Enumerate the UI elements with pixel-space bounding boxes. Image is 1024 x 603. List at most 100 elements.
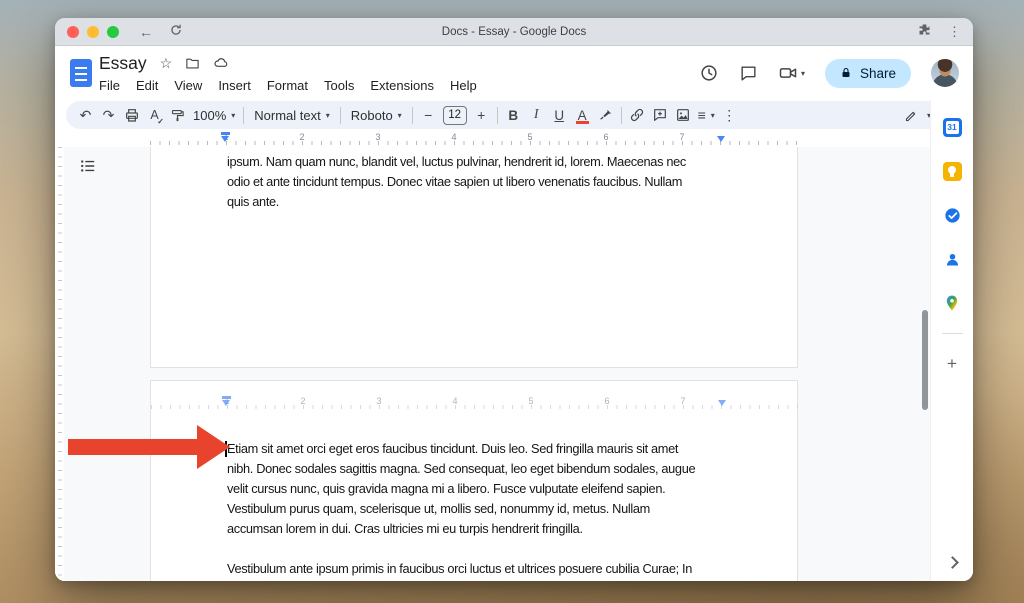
divider bbox=[340, 107, 341, 124]
video-camera-icon bbox=[778, 63, 798, 83]
rail-divider bbox=[942, 333, 963, 334]
insert-link-icon[interactable] bbox=[626, 103, 649, 127]
browser-reload-icon[interactable] bbox=[169, 23, 183, 40]
vertical-scrollbar[interactable] bbox=[922, 310, 928, 410]
move-folder-icon[interactable] bbox=[185, 56, 200, 71]
docs-header: Essay ☆ File Edit View Insert Format Too… bbox=[55, 46, 973, 100]
zoom-select[interactable]: 100%▾ bbox=[189, 103, 239, 127]
highlight-color-icon[interactable] bbox=[594, 103, 617, 127]
text-color-button[interactable]: A bbox=[571, 103, 594, 127]
text-line[interactable]: Vestibulum ante ipsum primis in faucibus… bbox=[227, 559, 737, 579]
page2-paragraph-2[interactable]: Vestibulum ante ipsum primis in faucibus… bbox=[227, 559, 737, 579]
toolbar: ↶ ↷ A✓ 100%▾ Normal text▾ Roboto▾ bbox=[66, 101, 962, 129]
menu-view[interactable]: View bbox=[166, 76, 210, 95]
browser-back-icon[interactable]: ← bbox=[139, 24, 153, 40]
underline-button[interactable]: U bbox=[548, 103, 571, 127]
text-line[interactable]: Etiam sit amet orci eget eros faucibus t… bbox=[227, 439, 737, 459]
divider bbox=[497, 107, 498, 124]
document-canvas[interactable]: ipsum. Nam quam nunc, blandit vel, luctu… bbox=[55, 147, 930, 581]
browser-chrome: ← Docs - Essay - Google Docs ⋮ bbox=[55, 18, 973, 46]
docs-app-icon[interactable] bbox=[70, 59, 92, 87]
text-line[interactable]: nibh. Donec sodales sagittis magna. Sed … bbox=[227, 459, 737, 479]
text-line[interactable]: accumsan lorem in dui. Cras ultricies mi… bbox=[227, 519, 737, 539]
text-line[interactable]: odio et ante tincidunt tempus. Donec vit… bbox=[227, 172, 737, 192]
divider bbox=[621, 107, 622, 124]
undo-icon[interactable]: ↶ bbox=[74, 103, 97, 127]
show-side-panel-icon[interactable] bbox=[942, 552, 962, 572]
version-history-icon[interactable] bbox=[699, 63, 719, 83]
right-indent-marker[interactable] bbox=[717, 136, 725, 142]
meet-call-select[interactable]: ▾ bbox=[778, 63, 805, 83]
bold-button[interactable]: B bbox=[502, 103, 525, 127]
add-comment-icon[interactable] bbox=[649, 103, 672, 127]
ruler-ticks bbox=[150, 141, 798, 145]
share-button[interactable]: Share bbox=[825, 59, 911, 88]
italic-button[interactable]: I bbox=[525, 103, 548, 127]
document-outline-icon[interactable] bbox=[79, 157, 97, 175]
divider bbox=[412, 107, 413, 124]
cloud-saved-icon[interactable] bbox=[213, 55, 229, 71]
menubar: File Edit View Insert Format Tools Exten… bbox=[91, 76, 485, 95]
ruler-number: 5 bbox=[527, 132, 532, 142]
paragraph-style-select[interactable]: Normal text▾ bbox=[248, 103, 335, 127]
page-1[interactable]: ipsum. Nam quam nunc, blandit vel, luctu… bbox=[150, 147, 798, 368]
page2-paragraph-1[interactable]: Etiam sit amet orci eget eros faucibus t… bbox=[227, 439, 737, 539]
menu-file[interactable]: File bbox=[91, 76, 128, 95]
left-indent-marker[interactable] bbox=[221, 136, 229, 142]
align-select[interactable]: ≡▾ bbox=[695, 103, 718, 127]
toolbar-more-icon[interactable]: ⋮ bbox=[718, 103, 741, 127]
tasks-app-icon[interactable] bbox=[942, 205, 962, 225]
menu-insert[interactable]: Insert bbox=[210, 76, 259, 95]
paint-format-icon[interactable] bbox=[166, 103, 189, 127]
divider bbox=[243, 107, 244, 124]
annotation-arrow-head bbox=[197, 425, 230, 469]
ruler-number: 6 bbox=[603, 132, 608, 142]
vertical-ruler[interactable] bbox=[55, 147, 64, 581]
browser-tab-title: Docs - Essay - Google Docs bbox=[55, 26, 973, 38]
ruler-number: 3 bbox=[375, 132, 380, 142]
page1-text[interactable]: ipsum. Nam quam nunc, blandit vel, luctu… bbox=[227, 152, 737, 212]
extensions-puzzle-icon[interactable] bbox=[917, 22, 932, 42]
calendar-app-icon[interactable]: 31 bbox=[942, 117, 962, 137]
page-2[interactable]: 1 2 3 4 5 6 7 Etiam sit amet orci eget e… bbox=[150, 380, 798, 581]
browser-window: ← Docs - Essay - Google Docs ⋮ Essay ☆ bbox=[55, 18, 973, 581]
menu-help[interactable]: Help bbox=[442, 76, 485, 95]
text-line[interactable]: quis ante. bbox=[227, 192, 737, 212]
menu-edit[interactable]: Edit bbox=[128, 76, 166, 95]
font-size-decrease-button[interactable]: − bbox=[417, 103, 440, 127]
account-avatar[interactable] bbox=[931, 59, 959, 87]
spellcheck-icon[interactable]: A✓ bbox=[143, 103, 166, 127]
annotation-arrow bbox=[68, 439, 198, 455]
toolbar-row: ↶ ↷ A✓ 100%▾ Normal text▾ Roboto▾ bbox=[55, 100, 973, 131]
ruler-number: 4 bbox=[451, 132, 456, 142]
horizontal-ruler[interactable]: 1 2 3 4 5 6 7 bbox=[150, 131, 798, 147]
document-title[interactable]: Essay bbox=[99, 53, 147, 74]
browser-menu-icon[interactable]: ⋮ bbox=[948, 24, 961, 40]
star-icon[interactable]: ☆ bbox=[160, 55, 173, 72]
page2-faint-ruler: 1 2 3 4 5 6 7 bbox=[151, 395, 799, 411]
text-line[interactable]: ipsum. Nam quam nunc, blandit vel, luctu… bbox=[227, 152, 737, 172]
comments-icon[interactable] bbox=[739, 64, 758, 83]
contacts-app-icon[interactable] bbox=[942, 249, 962, 269]
menu-format[interactable]: Format bbox=[259, 76, 316, 95]
menu-extensions[interactable]: Extensions bbox=[362, 76, 442, 95]
editing-mode-select[interactable]: ▾ bbox=[904, 103, 931, 127]
maps-app-icon[interactable] bbox=[942, 293, 962, 313]
insert-image-icon[interactable] bbox=[672, 103, 695, 127]
text-line[interactable]: velit cursus nunc, quis gravida magna mi… bbox=[227, 479, 737, 499]
get-add-ons-button[interactable]: + bbox=[942, 354, 962, 374]
text-line[interactable]: Vestibulum purus quam, scelerisque ut, m… bbox=[227, 499, 737, 519]
font-size-increase-button[interactable]: + bbox=[470, 103, 493, 127]
print-icon[interactable] bbox=[120, 103, 143, 127]
redo-icon[interactable]: ↷ bbox=[97, 103, 120, 127]
lock-icon bbox=[840, 67, 852, 79]
first-line-indent-marker[interactable] bbox=[221, 132, 230, 135]
font-size-input[interactable]: 12 bbox=[443, 106, 467, 125]
ruler-number: 2 bbox=[299, 132, 304, 142]
keep-app-icon[interactable] bbox=[942, 161, 962, 181]
font-family-select[interactable]: Roboto▾ bbox=[345, 103, 408, 127]
pencil-icon bbox=[904, 108, 919, 123]
menu-tools[interactable]: Tools bbox=[316, 76, 362, 95]
ruler-row: 1 2 3 4 5 6 7 bbox=[55, 131, 973, 147]
side-panel-rail: 31 + bbox=[930, 100, 973, 581]
